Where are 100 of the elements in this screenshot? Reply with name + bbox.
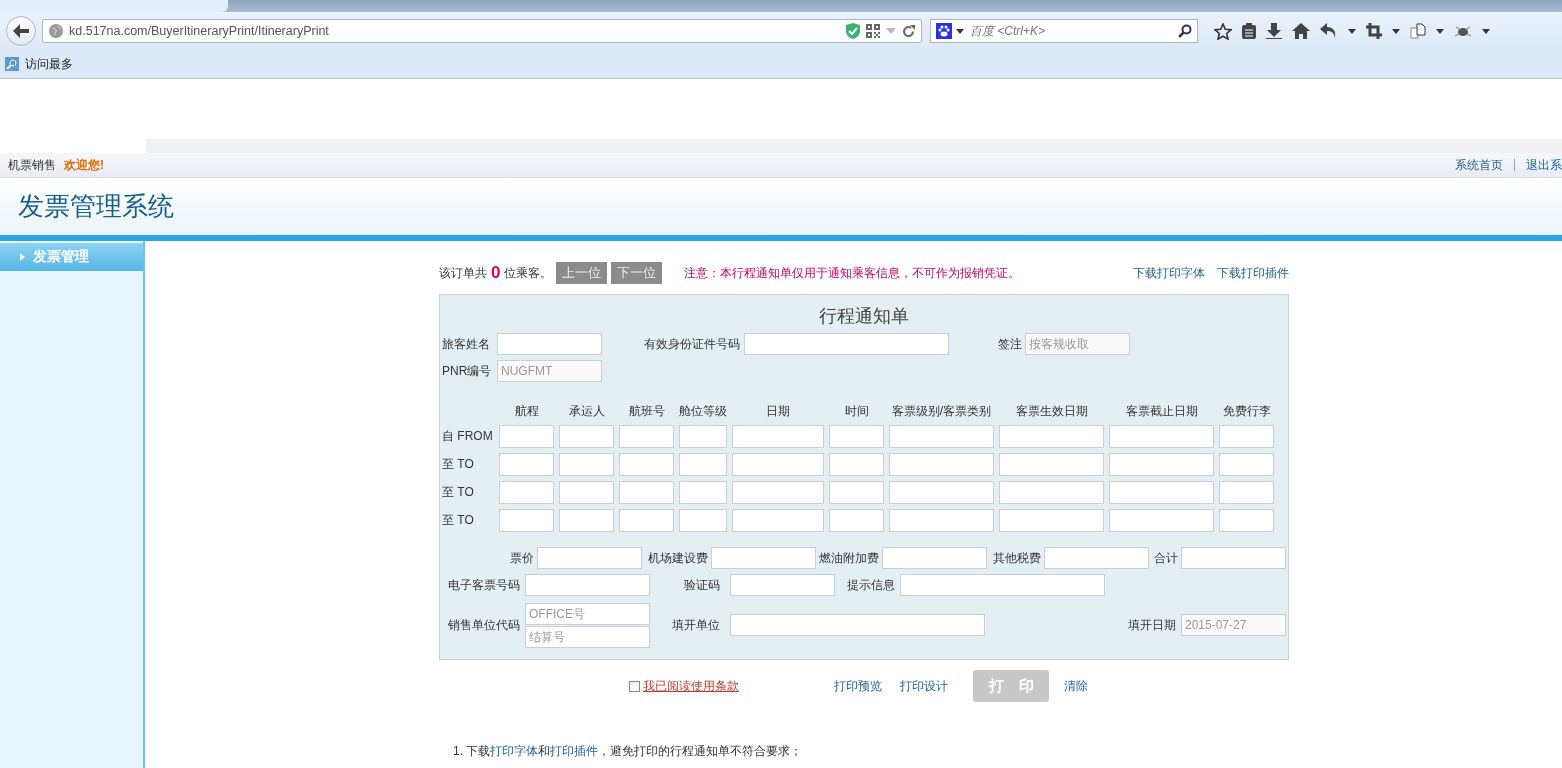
column-header: 承运人 bbox=[567, 403, 606, 420]
back-arrow-icon[interactable] bbox=[13, 24, 29, 38]
fee-field[interactable] bbox=[711, 547, 817, 569]
paw-icon[interactable] bbox=[936, 23, 952, 39]
print-link[interactable]: 打印预览 bbox=[834, 677, 882, 695]
segment-field[interactable] bbox=[679, 425, 727, 448]
back-button[interactable] bbox=[6, 16, 36, 46]
dropdown-arrow-icon[interactable] bbox=[1392, 28, 1400, 34]
fee-field[interactable] bbox=[537, 547, 643, 569]
agent-code-field[interactable]: 结算号 bbox=[525, 625, 650, 648]
download-link[interactable]: 下载打印插件 bbox=[1217, 264, 1289, 282]
field-label: 有效身份证件号码 bbox=[644, 335, 741, 353]
globe-icon bbox=[49, 24, 63, 38]
shield-check-icon[interactable] bbox=[846, 23, 860, 39]
url-text: kd.517na.com/BuyerItineraryPrint/ItineraryPrint bbox=[69, 24, 330, 38]
top-link[interactable]: 退出系 bbox=[1526, 156, 1562, 174]
segment-field[interactable] bbox=[499, 509, 554, 532]
segment-field[interactable] bbox=[1109, 509, 1214, 532]
reload-icon[interactable] bbox=[902, 24, 915, 38]
segment-field[interactable] bbox=[829, 453, 884, 476]
segment-field[interactable] bbox=[499, 425, 554, 448]
segment-field[interactable] bbox=[999, 425, 1104, 448]
segment-field[interactable] bbox=[679, 453, 727, 476]
segment-field[interactable] bbox=[559, 481, 614, 504]
segment-field[interactable] bbox=[732, 425, 824, 448]
segment-field[interactable] bbox=[559, 509, 614, 532]
segment-field[interactable] bbox=[889, 509, 994, 532]
crop-icon[interactable] bbox=[1366, 23, 1382, 39]
segment-field[interactable] bbox=[1219, 481, 1274, 504]
name-field[interactable] bbox=[497, 333, 602, 355]
section-label: 机票销售 bbox=[8, 156, 56, 174]
download-link[interactable]: 下载打印字体 bbox=[1133, 264, 1205, 282]
segment-field[interactable] bbox=[1219, 453, 1274, 476]
segment-field[interactable] bbox=[732, 453, 824, 476]
segment-field[interactable] bbox=[732, 481, 824, 504]
segment-field[interactable] bbox=[1219, 509, 1274, 532]
ticket-number-field[interactable] bbox=[525, 574, 650, 596]
dropdown-arrow-icon[interactable] bbox=[1436, 28, 1444, 34]
segment-field[interactable] bbox=[999, 453, 1104, 476]
address-bar[interactable]: kd.517na.com/BuyerItineraryPrint/ItineraryPrint bbox=[42, 19, 922, 43]
segment-field[interactable] bbox=[889, 453, 994, 476]
segment-field[interactable] bbox=[559, 453, 614, 476]
column-header: 客票级别/客票类别 bbox=[890, 403, 993, 420]
qr-code-icon[interactable] bbox=[866, 24, 880, 38]
segment-field[interactable] bbox=[499, 481, 554, 504]
segment-field[interactable] bbox=[732, 509, 824, 532]
segment-field[interactable] bbox=[1109, 481, 1214, 504]
clear-link[interactable]: 清除 bbox=[1064, 677, 1088, 695]
search-icon[interactable] bbox=[1178, 24, 1192, 38]
segment-field[interactable] bbox=[619, 425, 674, 448]
note-link[interactable]: 打印字体 bbox=[490, 744, 539, 758]
segment-field[interactable] bbox=[999, 509, 1104, 532]
bookmark-link[interactable]: 访问最多 bbox=[25, 55, 73, 73]
home-icon[interactable] bbox=[1292, 23, 1310, 39]
star-icon[interactable] bbox=[1214, 22, 1232, 40]
agree-checkbox[interactable] bbox=[629, 680, 640, 692]
clipboard-icon[interactable] bbox=[1242, 23, 1256, 39]
id-number-field[interactable] bbox=[744, 333, 949, 355]
segment-field[interactable] bbox=[829, 481, 884, 504]
fee-field[interactable] bbox=[882, 547, 988, 569]
passenger-count: 0 bbox=[491, 263, 501, 283]
issuer-field[interactable] bbox=[730, 614, 985, 636]
field-label: 验证码 bbox=[683, 576, 721, 594]
segment-field[interactable] bbox=[679, 509, 727, 532]
segment-field[interactable] bbox=[1219, 425, 1274, 448]
segment-field[interactable] bbox=[889, 425, 994, 448]
form-title: 行程通知单 bbox=[818, 305, 910, 328]
segment-field[interactable] bbox=[829, 425, 884, 448]
dropdown-arrow-icon[interactable] bbox=[1348, 28, 1356, 34]
dropdown-arrow-icon[interactable] bbox=[956, 28, 964, 34]
fee-field[interactable] bbox=[1043, 547, 1149, 569]
search-field[interactable]: 百度 <Ctrl+K> bbox=[968, 23, 1174, 39]
fee-field[interactable] bbox=[1181, 547, 1286, 569]
terms-link[interactable]: 我已阅读使用条款 bbox=[643, 677, 739, 695]
field-label: 填开日期 bbox=[1128, 616, 1177, 634]
segment-field[interactable] bbox=[829, 509, 884, 532]
segment-field[interactable] bbox=[619, 509, 674, 532]
segment-field[interactable] bbox=[1109, 453, 1214, 476]
print-link[interactable]: 打印设计 bbox=[900, 677, 948, 695]
search-box[interactable]: 百度 <Ctrl+K> bbox=[930, 19, 1198, 43]
download-icon[interactable] bbox=[1266, 23, 1282, 39]
note-link[interactable]: 打印插件 bbox=[550, 744, 599, 758]
segment-field[interactable] bbox=[889, 481, 994, 504]
segment-field[interactable] bbox=[619, 453, 674, 476]
dropdown-arrow-icon[interactable] bbox=[1482, 28, 1490, 34]
segment-field[interactable] bbox=[619, 481, 674, 504]
segment-field[interactable] bbox=[679, 481, 727, 504]
agent-code-field[interactable]: OFFICE号 bbox=[525, 602, 650, 625]
segment-field[interactable] bbox=[499, 453, 554, 476]
segment-field[interactable] bbox=[1109, 425, 1214, 448]
page-icon[interactable] bbox=[1410, 23, 1426, 39]
segment-field[interactable] bbox=[559, 425, 614, 448]
segment-field[interactable] bbox=[999, 481, 1104, 504]
column-header: 日期 bbox=[765, 403, 791, 420]
hint-field[interactable] bbox=[900, 574, 1105, 596]
bug-icon[interactable] bbox=[1454, 24, 1472, 38]
bookmark-folder-icon[interactable] bbox=[5, 57, 19, 71]
top-link[interactable]: 系统首页 bbox=[1454, 156, 1503, 174]
verification-code-field[interactable] bbox=[730, 574, 835, 596]
undo-arrow-icon[interactable] bbox=[1320, 23, 1338, 39]
